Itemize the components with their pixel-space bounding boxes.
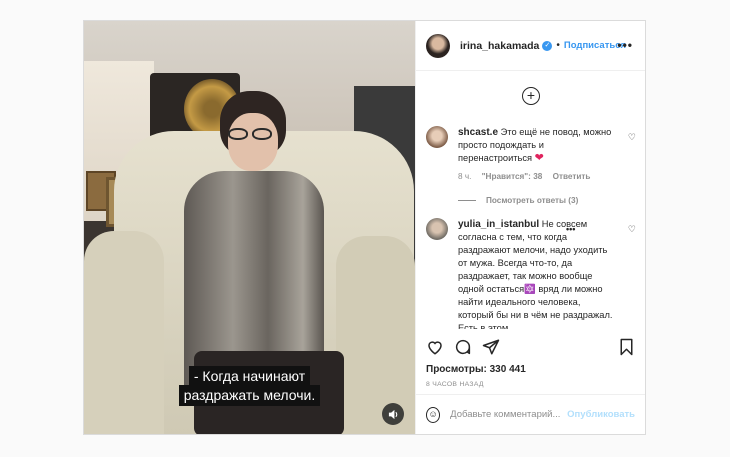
separator-dot: • [556, 40, 560, 51]
replies-line [458, 200, 476, 201]
avatar[interactable] [426, 126, 448, 148]
comment-input[interactable] [450, 409, 566, 420]
view-replies-label: Посмотреть ответы (3) [486, 196, 579, 205]
comment-text: shcast.e Это ещё не повод, можно просто … [458, 126, 614, 165]
emoji-icon[interactable]: ☺ [426, 406, 441, 423]
red-heart-icon: ❤ [534, 152, 544, 164]
comment-icon[interactable] [454, 338, 472, 360]
post-card: - Когда начинают раздражать мелочи. irin… [83, 20, 646, 435]
person-face [228, 113, 278, 171]
comment-meta: 8 ч. "Нравится": 38 Ответить [458, 172, 598, 181]
verified-badge-icon: ✓ [542, 40, 553, 51]
heart-icon[interactable]: ♡ [628, 224, 636, 235]
comment-time: 8 ч. [458, 172, 472, 181]
video-player[interactable]: - Когда начинают раздражать мелочи. [84, 21, 415, 434]
views-count: Просмотры: 330 441 [426, 364, 526, 375]
bookmark-icon[interactable] [618, 338, 635, 360]
reply-button[interactable]: Ответить [553, 172, 591, 181]
more-options-icon[interactable]: ••• [566, 224, 575, 234]
view-replies-button[interactable]: Посмотреть ответы (3) [458, 196, 578, 205]
post-username[interactable]: irina_hakamada [460, 40, 539, 52]
add-comment-bar: ☺ Опубликовать [416, 394, 645, 434]
post-time[interactable]: 8 ЧАСОВ НАЗАД [426, 381, 484, 388]
subtitle-line: - Когда начинают [84, 366, 415, 387]
share-icon[interactable] [482, 338, 500, 360]
action-bar [426, 338, 636, 358]
comments-list[interactable]: + shcast.e Это ещё не повод, можно прост… [416, 72, 645, 329]
avatar[interactable] [426, 33, 450, 58]
comment-likes[interactable]: "Нравится": 38 [482, 172, 543, 181]
comment-text: yulia_in_istanbul Не совсем согласна с т… [458, 218, 614, 329]
post-sidebar: irina_hakamada ✓ • Подписаться ••• + shc… [415, 21, 645, 434]
publish-button[interactable]: Опубликовать [567, 409, 635, 420]
plus-circle-icon[interactable]: + [522, 87, 540, 105]
person-glasses [228, 127, 278, 141]
comment-username[interactable]: shcast.e [458, 127, 498, 138]
heart-icon[interactable]: ♡ [628, 132, 636, 143]
subtitle-line: раздражать мелочи. [84, 385, 415, 406]
avatar[interactable] [426, 218, 448, 240]
comment-username[interactable]: yulia_in_istanbul [458, 219, 539, 230]
more-options-icon[interactable]: ••• [617, 38, 633, 52]
heart-icon[interactable] [426, 338, 444, 360]
speaker-icon[interactable] [382, 403, 404, 425]
comment-body: Не совсем согласна с тем, что когда разд… [458, 219, 613, 329]
post-header: irina_hakamada ✓ • Подписаться ••• [416, 21, 645, 71]
